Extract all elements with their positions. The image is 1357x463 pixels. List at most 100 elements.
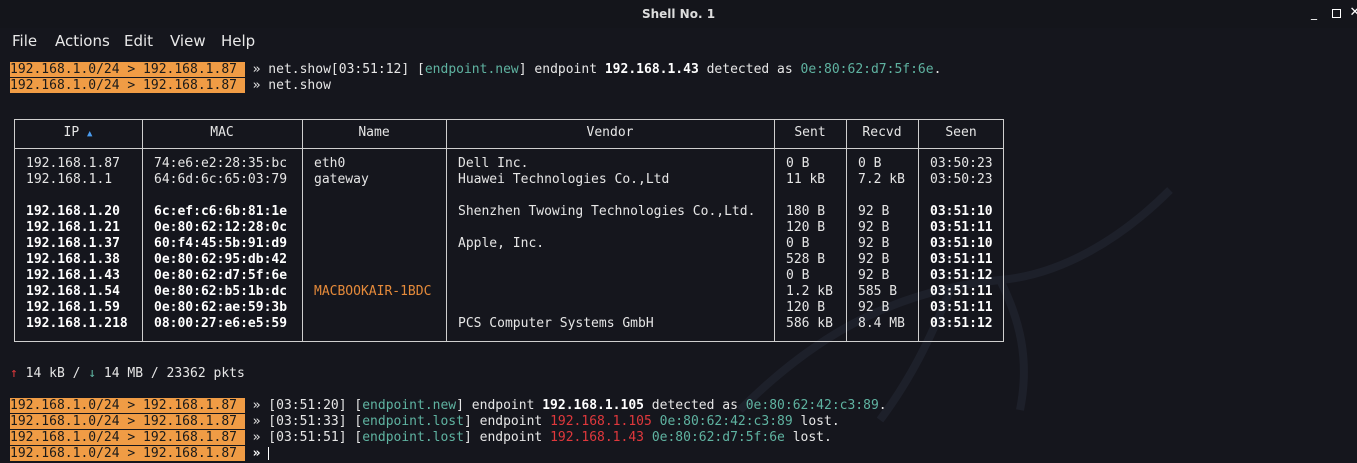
prompt-arrow: » <box>252 446 261 461</box>
minimize-icon[interactable]: _ <box>1308 6 1320 20</box>
column-divider <box>774 119 775 342</box>
title-bar: Shell No. 1 _ ✕ <box>0 0 1357 28</box>
event-mac: 0e:80:62:42:c3:89 <box>745 398 879 413</box>
header-recvd[interactable]: Recvd <box>846 125 918 140</box>
sort-ascending-icon: ▲ <box>87 129 93 139</box>
cell-seen: 03:51:12 <box>930 316 993 331</box>
header-name[interactable]: Name <box>302 125 446 140</box>
prompt-arrow: » <box>252 430 261 445</box>
cell-vendor: Apple, Inc. <box>458 236 545 251</box>
cell-seen: 03:51:12 <box>930 268 993 283</box>
cell-ip: 192.168.1.87 <box>26 156 120 171</box>
cell-sent: 11 kB <box>786 172 826 187</box>
cell-sent: 586 kB <box>786 316 833 331</box>
line-text: ] endpoint <box>463 414 551 429</box>
line-text: ] endpoint <box>518 62 605 77</box>
terminal-input-line[interactable]: 192.168.1.0/24 > 192.168.1.87 » <box>10 446 270 462</box>
cell-ip: 192.168.1.20 <box>26 204 120 219</box>
menu-view[interactable]: View <box>170 32 206 50</box>
column-divider <box>846 119 847 342</box>
cell-seen: 03:51:10 <box>930 236 993 251</box>
menu-actions[interactable]: Actions <box>55 32 110 50</box>
terminal-line: 192.168.1.0/24 > 192.168.1.87 » net.show <box>10 78 331 94</box>
prompt-arrow: » <box>252 62 261 77</box>
cell-seen: 03:50:23 <box>930 156 993 171</box>
menu-bar: File Actions Edit View Help <box>0 28 1357 56</box>
cell-mac: 74:e6:e2:28:35:bc <box>154 156 288 171</box>
menu-help[interactable]: Help <box>221 32 255 50</box>
cell-recvd: 585 B <box>858 284 898 299</box>
cell-ip: 192.168.1.54 <box>26 284 120 299</box>
upload-arrow-icon: ↑ <box>10 366 18 381</box>
event-mac: 0e:80:62:d7:5f:6e <box>651 430 785 445</box>
cell-ip: 192.168.1.1 <box>26 172 113 187</box>
column-divider <box>918 119 919 342</box>
line-text: net.show[03:51:12] [ <box>268 62 425 77</box>
prompt: 192.168.1.0/24 > 192.168.1.87 <box>10 414 245 429</box>
cell-name: MACBOOKAIR-1BDC <box>314 284 432 299</box>
header-seen[interactable]: Seen <box>918 125 1004 140</box>
line-text: net.show <box>268 78 331 93</box>
menu-edit[interactable]: Edit <box>124 32 153 50</box>
header-divider <box>14 148 1004 149</box>
cell-sent: 528 B <box>786 252 826 267</box>
line-text: ] endpoint <box>456 398 543 413</box>
header-label: IP <box>63 125 80 140</box>
cell-seen: 03:51:11 <box>930 252 993 267</box>
download-arrow-icon: ↓ <box>88 366 97 381</box>
cell-ip: 192.168.1.43 <box>26 268 120 283</box>
cell-vendor: Shenzhen Twowing Technologies Co.,Ltd. <box>458 204 756 219</box>
prompt: 192.168.1.0/24 > 192.168.1.87 <box>10 398 245 413</box>
download-stat: 14 MB / 23362 pkts <box>96 366 245 381</box>
line-text: . <box>878 398 887 413</box>
cell-mac: 6c:ef:c6:6b:81:1e <box>154 204 288 219</box>
cell-name: gateway <box>314 172 369 187</box>
terminal-line: 192.168.1.0/24 > 192.168.1.87 » [03:51:5… <box>10 430 832 446</box>
cell-seen: 03:51:11 <box>930 284 993 299</box>
terminal-line: 192.168.1.0/24 > 192.168.1.87 » [03:51:3… <box>10 414 840 430</box>
line-text: [03:51:33] [ <box>268 414 363 429</box>
terminal-line: 192.168.1.0/24 > 192.168.1.87 » [03:51:2… <box>10 398 887 414</box>
line-text: . <box>933 62 942 77</box>
cell-mac: 64:6d:6c:65:03:79 <box>154 172 288 187</box>
line-text: ] endpoint <box>463 430 551 445</box>
prompt-arrow: » <box>252 398 261 413</box>
column-divider <box>446 119 447 342</box>
terminal-line: 192.168.1.0/24 > 192.168.1.87 » net.show… <box>10 62 941 78</box>
cell-mac: 0e:80:62:b5:1b:dc <box>154 284 288 299</box>
cell-ip: 192.168.1.37 <box>26 236 120 251</box>
line-text: detected as <box>698 62 801 77</box>
event-ip: 192.168.1.43 <box>550 430 644 445</box>
cell-sent: 180 B <box>786 204 826 219</box>
column-divider <box>302 119 303 342</box>
header-sent[interactable]: Sent <box>774 125 846 140</box>
header-vendor[interactable]: Vendor <box>446 125 774 140</box>
cell-recvd: 92 B <box>858 220 890 235</box>
header-ip[interactable]: IP ▲ <box>14 125 142 140</box>
cell-sent: 0 B <box>786 236 810 251</box>
prompt-arrow: » <box>252 414 261 429</box>
terminal[interactable]: 192.168.1.0/24 > 192.168.1.87 » net.show… <box>10 62 1350 462</box>
cell-mac: 60:f4:45:5b:91:d9 <box>154 236 288 251</box>
cell-recvd: 92 B <box>858 268 890 283</box>
cell-sent: 120 B <box>786 300 826 315</box>
cell-sent: 1.2 kB <box>786 284 833 299</box>
header-mac[interactable]: MAC <box>142 125 302 140</box>
cell-mac: 0e:80:62:ae:59:3b <box>154 300 288 315</box>
text-cursor <box>268 447 270 460</box>
cell-ip: 192.168.1.38 <box>26 252 120 267</box>
cell-seen: 03:51:11 <box>930 300 993 315</box>
upload-stat: 14 kB / <box>17 366 89 381</box>
menu-file[interactable]: File <box>12 32 37 50</box>
line-text: [03:51:20] [ <box>268 398 363 413</box>
maximize-icon[interactable] <box>1330 6 1342 21</box>
cell-sent: 120 B <box>786 220 826 235</box>
line-text: [03:51:51] [ <box>268 430 363 445</box>
close-icon[interactable]: ✕ <box>1349 6 1357 20</box>
cell-seen: 03:50:23 <box>930 172 993 187</box>
line-text: lost. <box>784 430 832 445</box>
cell-ip: 192.168.1.218 <box>26 316 128 331</box>
cell-ip: 192.168.1.59 <box>26 300 120 315</box>
hosts-table: IP ▲ MAC Name Vendor Sent Recvd Seen 192… <box>14 119 1004 342</box>
cell-recvd: 7.2 kB <box>858 172 905 187</box>
